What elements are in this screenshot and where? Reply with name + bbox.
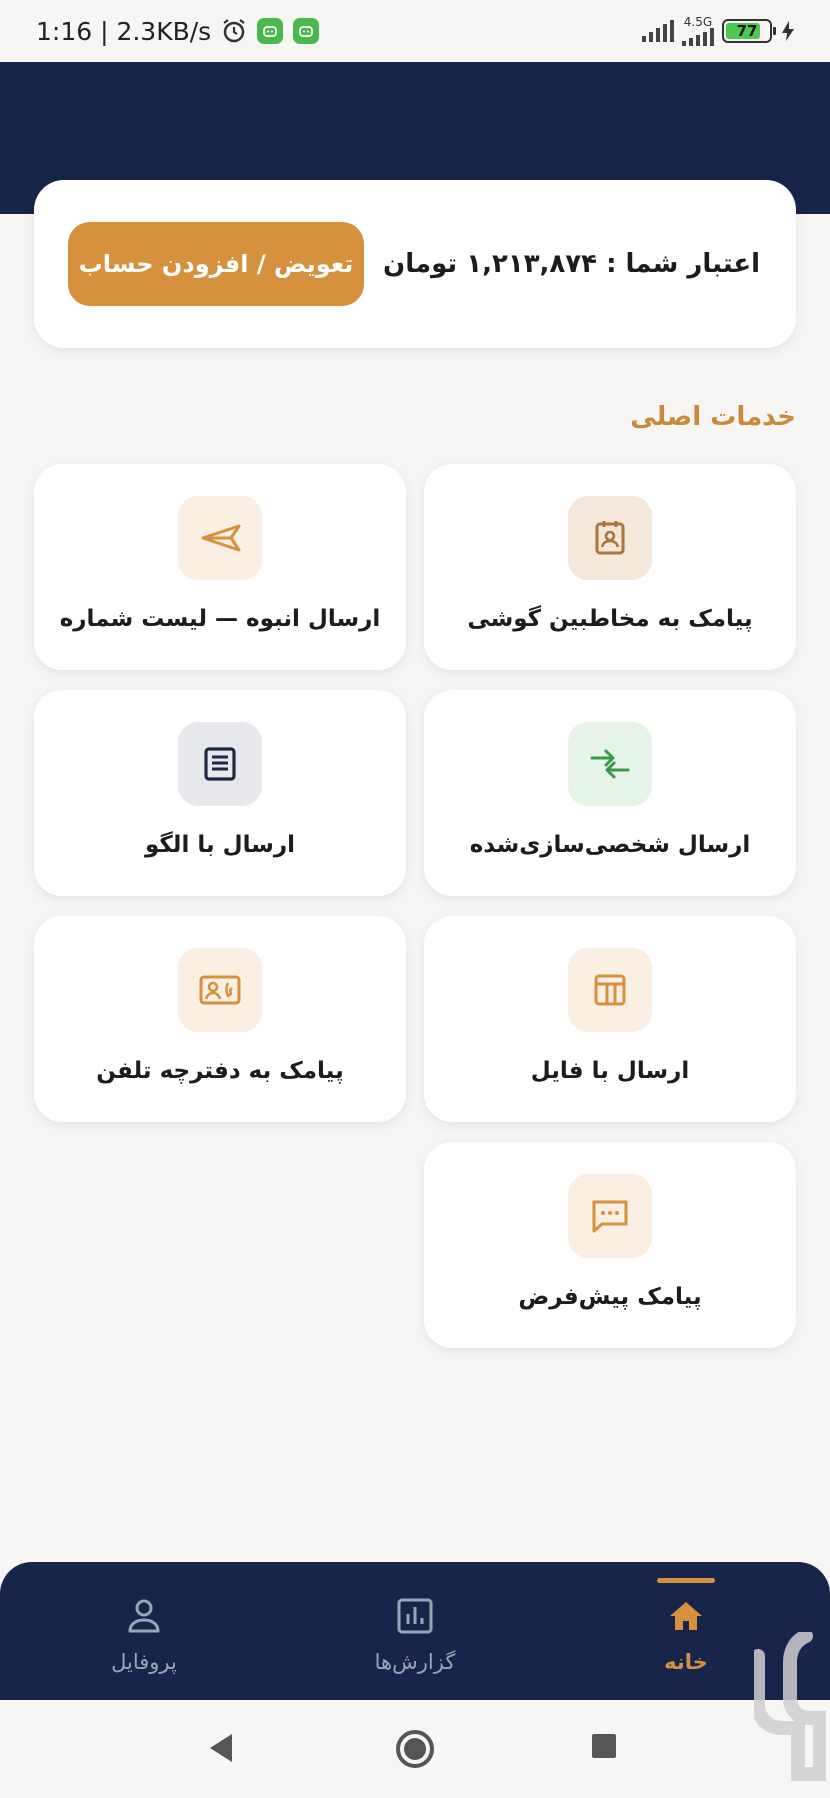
- status-left: 1:16 | 2.3KB/s: [36, 16, 320, 46]
- service-bulk-send[interactable]: ارسال انبوه — لیست شماره: [34, 464, 406, 670]
- credit-card: اعتبار شما : ۱,۲۱۳,۸۷۴ تومان تعویض / افز…: [34, 180, 796, 348]
- message-bubble-icon: [592, 1200, 628, 1233]
- service-label: پیامک به دفترچه تلفن: [96, 1058, 344, 1084]
- watermark-logo-icon: [754, 1632, 826, 1781]
- credit-balance: اعتبار شما : ۱,۲۱۳,۸۷۴ تومان: [383, 249, 760, 279]
- phonebook-icon: [199, 975, 241, 1005]
- table-file-icon: [594, 974, 626, 1006]
- app-notification-icon: [257, 18, 284, 44]
- signal-icon: [682, 28, 714, 46]
- service-contacts-sms[interactable]: پیامک به مخاطبین گوشی: [424, 464, 796, 670]
- home-icon: [670, 1602, 702, 1630]
- service-label: پیامک پیش‌فرض: [518, 1284, 702, 1310]
- nav-active-indicator: [657, 1578, 715, 1583]
- alarm-icon: [223, 19, 245, 43]
- signal-icon: [642, 20, 674, 42]
- system-nav-bar: [0, 1700, 830, 1798]
- status-bar: 1:16 | 2.3KB/s 4.5G 77: [0, 0, 830, 62]
- status-right: 4.5G 77: [642, 16, 796, 46]
- send-icon: [201, 524, 241, 552]
- home-button-icon[interactable]: [394, 1728, 436, 1770]
- swap-arrows-icon: [590, 749, 630, 779]
- status-time: 1:16 | 2.3KB/s: [36, 16, 212, 46]
- profile-icon: [128, 1599, 160, 1633]
- charging-icon: [782, 21, 794, 41]
- service-template-send[interactable]: ارسال با الگو: [34, 690, 406, 896]
- change-add-account-button[interactable]: تعویض / افزودن حساب: [68, 222, 364, 306]
- service-label: ارسال با فایل: [530, 1058, 690, 1084]
- app-notification-icon: [293, 18, 320, 44]
- recents-icon[interactable]: [590, 1732, 618, 1760]
- service-phonebook-sms[interactable]: پیامک به دفترچه تلفن: [34, 916, 406, 1122]
- service-default-sms[interactable]: پیامک پیش‌فرض: [424, 1142, 796, 1348]
- service-label: ارسال با الگو: [145, 832, 295, 858]
- section-title: خدمات اصلی: [630, 402, 796, 432]
- battery-icon: 77: [722, 19, 776, 43]
- service-label: ارسال شخصی‌سازی‌شده: [469, 832, 751, 858]
- network-type: 4.5G: [683, 15, 713, 29]
- template-doc-icon: [204, 747, 236, 781]
- battery-level: 77: [736, 22, 758, 40]
- nav-label: گزارش‌ها: [374, 1650, 456, 1674]
- nav-label: پروفایل: [111, 1650, 177, 1674]
- service-label: ارسال انبوه — لیست شماره: [59, 606, 381, 632]
- nav-reports[interactable]: گزارش‌ها: [315, 1562, 515, 1700]
- service-personalized-send[interactable]: ارسال شخصی‌سازی‌شده: [424, 690, 796, 896]
- bottom-nav: خانه گزارش‌ها پروفایل: [0, 1562, 830, 1700]
- service-file-send[interactable]: ارسال با فایل: [424, 916, 796, 1122]
- nav-profile[interactable]: پروفایل: [44, 1562, 244, 1700]
- nav-label: خانه: [664, 1650, 708, 1674]
- reports-icon: [397, 1598, 433, 1634]
- contact-badge-icon: [595, 521, 625, 555]
- back-icon[interactable]: [206, 1730, 236, 1766]
- service-label: پیامک به مخاطبین گوشی: [467, 606, 753, 632]
